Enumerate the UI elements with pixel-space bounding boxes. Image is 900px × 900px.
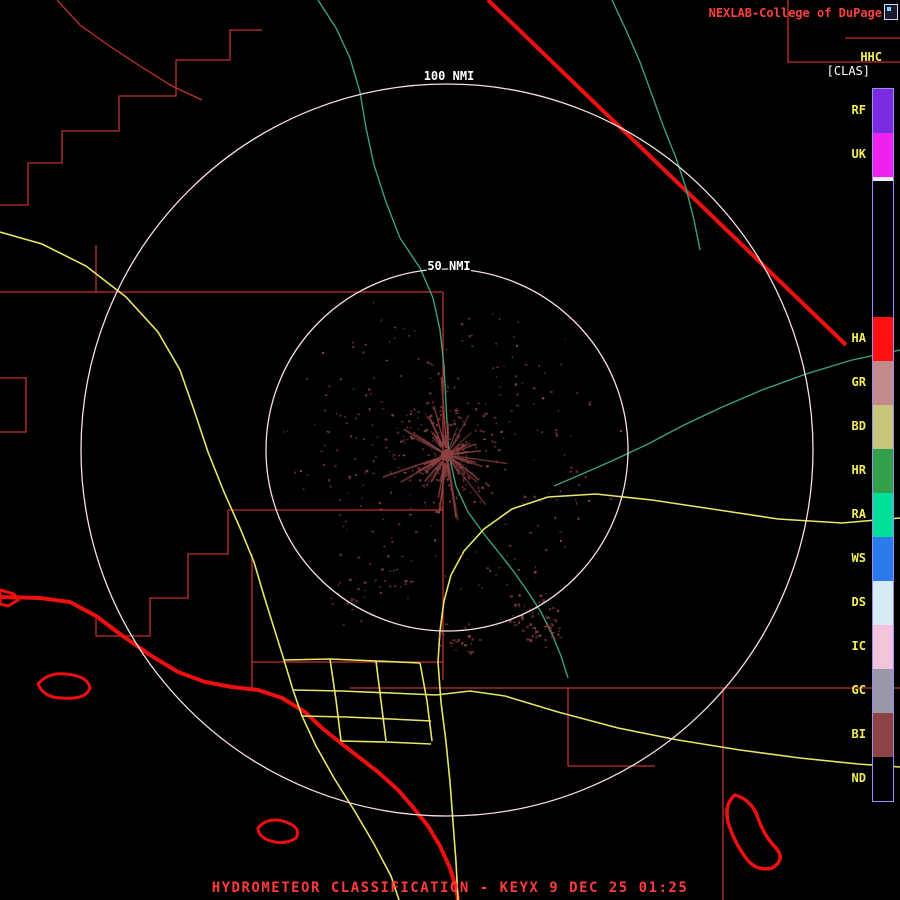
legend-label-RA: RA: [851, 507, 866, 521]
legend-swatch-WS: [873, 537, 893, 581]
legend-swatch-RA: [873, 493, 893, 537]
highway-lines: [0, 231, 900, 900]
legend-swatch-BD: [873, 405, 893, 449]
legend-label-HA: HA: [851, 331, 866, 345]
legend-label-DS: DS: [851, 595, 866, 609]
range-ring-100-label: 100 NMI: [424, 69, 475, 83]
legend-label-ND: ND: [851, 771, 866, 785]
legend-swatch-GR: [873, 361, 893, 405]
logo-icon: [884, 4, 898, 20]
legend-label-GR: GR: [851, 375, 866, 389]
radar-echoes: [269, 301, 622, 656]
radar-map: 50 NMI 100 NMI: [0, 0, 900, 900]
legend-swatch-BI: [873, 713, 893, 757]
legend-swatch-ND: [873, 757, 893, 801]
legend-gap: [873, 181, 893, 317]
product-mode-label: [CLAS]: [826, 64, 870, 78]
classification-colorbar: [872, 88, 894, 802]
legend-label-BI: BI: [851, 727, 866, 741]
product-code-label: HHC: [860, 50, 882, 64]
page-title: NEXLAB-College of DuPage: [708, 6, 882, 20]
legend-swatch-GC: [873, 669, 893, 713]
legend-label-HR: HR: [851, 463, 866, 477]
legend-label-WS: WS: [851, 551, 866, 565]
legend-swatch-DS: [873, 581, 893, 625]
range-ring-50-label: 50 NMI: [427, 259, 470, 273]
river-lines: [317, 0, 900, 679]
legend-label-IC: IC: [851, 639, 866, 653]
legend-swatch-UK: [873, 133, 893, 177]
legend-label-GC: GC: [851, 683, 866, 697]
state-and-coast-lines: [0, 0, 848, 900]
legend-swatch-RF: [873, 89, 893, 133]
legend-swatch-IC: [873, 625, 893, 669]
legend-label-BD: BD: [851, 419, 866, 433]
legend-label-UK: UK: [851, 147, 866, 161]
radar-screen: 50 NMI 100 NMI NEXLAB-College of DuPage …: [0, 0, 900, 900]
legend-swatch-HR: [873, 449, 893, 493]
legend-label-RF: RF: [851, 103, 866, 117]
product-caption: HYDROMETEOR CLASSIFICATION - KEYX 9 DEC …: [211, 880, 689, 896]
legend-swatch-HA: [873, 317, 893, 361]
